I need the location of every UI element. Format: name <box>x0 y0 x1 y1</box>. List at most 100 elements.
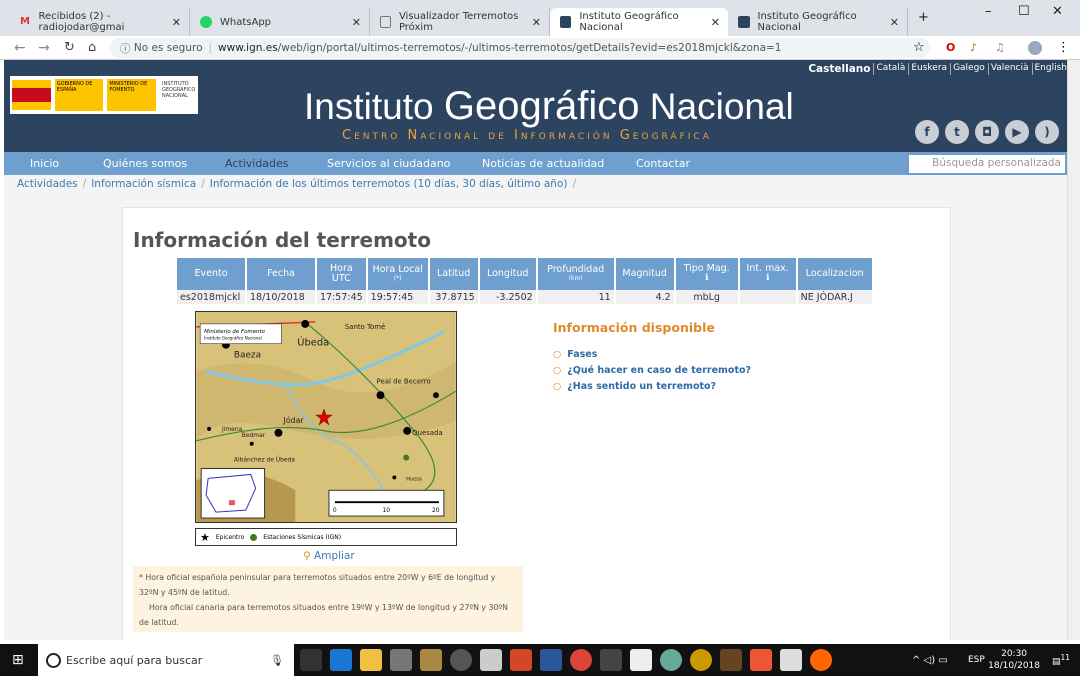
link-fases[interactable]: Fases <box>553 349 751 360</box>
address-bar[interactable]: ⓘ No es seguro | www.ign.es/web/ign/portal… <box>110 38 930 58</box>
table-row: es2018mjckl 18/10/2018 17:57:45 19:57:45 37.… <box>177 290 872 304</box>
link-que-hacer[interactable]: ¿Qué hacer en caso de terremoto? <box>553 365 751 376</box>
nav-noticias[interactable]: Noticias de actualidad <box>482 157 604 170</box>
youtube-icon[interactable]: ▶ <box>1005 120 1029 144</box>
page-title: Información del terremoto <box>133 228 431 252</box>
home-icon[interactable]: ⌂ <box>88 40 96 55</box>
notifications-icon[interactable]: ▤11 <box>1052 653 1070 667</box>
system-tray-icons[interactable]: ^ ◁) ▭ <box>912 655 948 666</box>
info-title: Información disponible <box>553 320 715 335</box>
rss-icon[interactable]: ) <box>1035 120 1059 144</box>
breadcrumb-ultimos[interactable]: Información de los últimos terremotos (1… <box>210 178 568 190</box>
content-card: Información del terremoto Evento Fecha Hor… <box>122 207 951 640</box>
close-window-button[interactable]: ✕ <box>1052 4 1063 19</box>
extension-icon[interactable]: O <box>946 41 955 54</box>
app-icon[interactable] <box>660 649 682 671</box>
epicenter-map[interactable]: Úbeda Baeza Santo Tomé Peal de Becerro J… <box>195 311 457 523</box>
nav-servicios[interactable]: Servicios al ciudadano <box>327 157 450 170</box>
bookmark-star-icon[interactable]: ☆ <box>913 40 925 55</box>
tab-ign[interactable]: Instituto Geográfico Nacional ✕ <box>728 8 908 36</box>
mail-icon[interactable] <box>780 649 802 671</box>
microphone-icon[interactable]: 🎙 <box>270 654 284 667</box>
app-icon[interactable] <box>600 649 622 671</box>
close-icon[interactable]: ✕ <box>711 16 720 29</box>
lang-valencia[interactable]: Valencià <box>987 63 1029 75</box>
forward-icon[interactable]: → <box>38 40 50 56</box>
nav-inicio[interactable]: Inicio <box>30 157 59 170</box>
profile-avatar[interactable] <box>1028 40 1042 55</box>
link-has-sentido[interactable]: ¿Has sentido un terremoto? <box>553 381 751 392</box>
edge-icon[interactable] <box>330 649 352 671</box>
column-header: Evento <box>177 258 245 290</box>
info-icon[interactable]: ℹ <box>744 273 792 284</box>
app-icon[interactable] <box>750 649 772 671</box>
breadcrumb-info-sismica[interactable]: Información sísmica <box>91 178 196 190</box>
app-icon[interactable] <box>690 649 712 671</box>
clock[interactable]: 20:30 18/10/2018 <box>988 648 1040 672</box>
lang-catala[interactable]: Català <box>873 63 905 75</box>
table-cell: 18/10/2018 <box>247 290 315 304</box>
file-explorer-icon[interactable] <box>360 649 382 671</box>
chrome-icon[interactable] <box>570 649 592 671</box>
app-icon[interactable] <box>630 649 652 671</box>
url-domain: www.ign.es <box>218 42 278 54</box>
table-cell: mbLg <box>675 290 738 304</box>
minimize-button[interactable]: – <box>985 4 992 19</box>
tab-label: WhatsApp <box>220 16 272 28</box>
firefox-icon[interactable] <box>810 649 832 671</box>
close-icon[interactable]: ✕ <box>172 16 181 29</box>
nav-quienes-somos[interactable]: Quiénes somos <box>103 157 187 170</box>
windows-start-icon[interactable]: ⊞ <box>12 652 24 668</box>
new-tab-button[interactable]: + <box>918 10 929 25</box>
lang-galego[interactable]: Galego <box>950 63 985 75</box>
maximize-button[interactable]: ☐ <box>1018 4 1030 19</box>
column-header: Magnitud <box>615 258 674 290</box>
instagram-icon[interactable]: ◘ <box>975 120 999 144</box>
ampliar-link[interactable]: ⚲ Ampliar <box>303 550 355 562</box>
whatsapp-icon <box>200 16 212 28</box>
lang-castellano[interactable]: Castellano <box>806 63 870 75</box>
store-icon[interactable] <box>390 649 412 671</box>
map-legend: ★ Epicentro Estaciones Sísmicas (IGN) <box>195 528 457 546</box>
twitter-icon[interactable]: t <box>945 120 969 144</box>
breadcrumb-actividades[interactable]: Actividades <box>17 178 78 190</box>
tab-gmail[interactable]: M Recibidos (2) - radiojodar@gmai ✕ <box>10 8 190 36</box>
back-icon[interactable]: ← <box>14 40 26 56</box>
taskbar-search[interactable]: Escribe aquí para buscar 🎙 <box>38 644 294 676</box>
reload-icon[interactable]: ↻ <box>64 40 75 55</box>
url-path: /web/ign/portal/ultimos-terremotos/-/ult… <box>277 42 782 54</box>
nav-contactar[interactable]: Contactar <box>636 157 690 170</box>
word-icon[interactable] <box>540 649 562 671</box>
gobierno-logo: GOBIERNO DE ESPAÑA MINISTERIO DE FOMENTO… <box>10 76 198 114</box>
app-icon[interactable] <box>420 649 442 671</box>
column-header: Profundidad (km) <box>537 258 614 290</box>
powerpoint-icon[interactable] <box>510 649 532 671</box>
info-icon[interactable]: ℹ <box>680 273 734 284</box>
tab-whatsapp[interactable]: WhatsApp ✕ <box>190 8 370 36</box>
close-icon[interactable]: ✕ <box>352 16 361 29</box>
extension-icon[interactable]: ♫ <box>995 41 1005 54</box>
social-links: f t ◘ ▶ ) <box>915 120 1059 144</box>
photos-icon[interactable] <box>480 649 502 671</box>
extension-icon[interactable]: ♪ <box>970 41 977 54</box>
tab-ign-active[interactable]: Instituto Geográfico Nacional ✕ <box>550 8 728 36</box>
facebook-icon[interactable]: f <box>915 120 939 144</box>
security-label: No es seguro <box>133 42 203 54</box>
table-cell: 19:57:45 <box>367 290 428 304</box>
station-dot-icon <box>250 533 258 541</box>
close-icon[interactable]: ✕ <box>890 16 899 29</box>
task-view-icon[interactable] <box>300 649 322 671</box>
lang-english[interactable]: English <box>1031 63 1067 75</box>
menu-icon[interactable]: ⋮ <box>1057 40 1070 55</box>
close-icon[interactable]: ✕ <box>532 16 541 29</box>
nav-actividades[interactable]: Actividades <box>225 157 289 170</box>
app-icon[interactable] <box>450 649 472 671</box>
info-icon[interactable]: ⓘ <box>120 41 134 56</box>
tab-visualizador[interactable]: Visualizador Terremotos Próxim ✕ <box>370 8 550 36</box>
input-language[interactable]: ESP <box>968 655 985 665</box>
search-input[interactable]: Búsqueda personalizada <box>909 155 1065 173</box>
column-header: Hora UTC <box>317 258 366 290</box>
app-icon[interactable] <box>720 649 742 671</box>
scrollbar[interactable] <box>1067 60 1080 640</box>
lang-euskera[interactable]: Euskera <box>908 63 947 75</box>
